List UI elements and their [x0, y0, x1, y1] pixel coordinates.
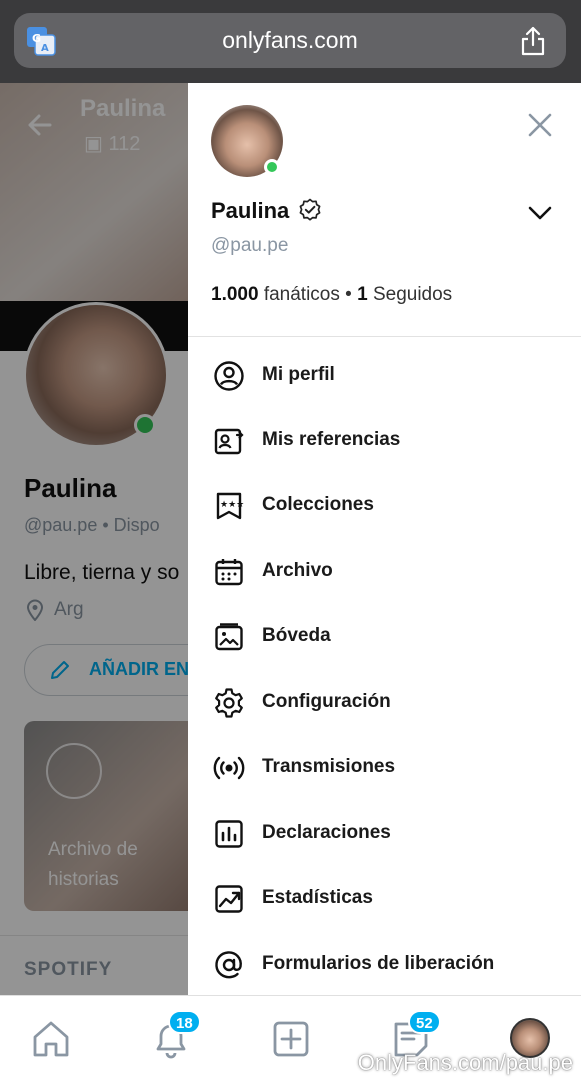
gear-icon [215, 688, 243, 718]
drawer-divider [188, 336, 581, 337]
drawer-backdrop[interactable] [0, 83, 188, 995]
menu-item-declaraciones[interactable]: Declaraciones [188, 805, 581, 861]
watermark: OnlyFans.com/pau.pe [357, 1050, 573, 1075]
close-icon[interactable] [527, 112, 553, 138]
menu-item-estadisticas[interactable]: Estadísticas [188, 870, 581, 926]
collections-icon: ★★★ [216, 492, 244, 520]
messages-badge: 52 [408, 1010, 441, 1034]
referrals-icon [214, 428, 244, 455]
calendar-icon [215, 559, 243, 586]
menu-item-mis-referencias[interactable]: Mis referencias [188, 412, 581, 468]
home-icon[interactable] [30, 1018, 72, 1060]
drawer-stats: 1.000 fanáticos • 1 Seguidos [211, 284, 453, 305]
side-drawer: Paulina @pau.pe 1.000 fanáticos • 1 Segu… [188, 83, 581, 995]
fans-count[interactable]: 1.000 [211, 284, 259, 305]
vault-icon [215, 623, 243, 651]
drawer-handle: @pau.pe [211, 235, 289, 256]
menu-label: Mi perfil [262, 364, 335, 385]
menu-label: Colecciones [262, 494, 374, 515]
menu-label: Declaraciones [262, 822, 391, 843]
statistics-icon [215, 885, 243, 913]
menu-label: Configuración [262, 691, 391, 712]
menu-item-transmisiones[interactable]: Transmisiones [188, 739, 581, 795]
menu-label: Archivo [262, 560, 333, 581]
menu-label: Transmisiones [262, 756, 396, 777]
broadcast-icon [213, 756, 245, 780]
fans-label[interactable]: fanáticos [264, 284, 340, 305]
profile-icon [214, 361, 244, 391]
chevron-down-icon[interactable] [527, 204, 553, 222]
verified-badge-icon [299, 198, 321, 221]
menu-label: Bóveda [262, 625, 331, 646]
menu-item-colecciones[interactable]: ★★★ Colecciones [188, 477, 581, 533]
following-label[interactable]: Seguidos [373, 284, 452, 305]
notifications-badge: 18 [168, 1010, 201, 1034]
share-icon[interactable] [518, 25, 548, 57]
menu-item-formularios[interactable]: Formularios de liberación [188, 936, 581, 992]
menu-item-boveda[interactable]: Bóveda [188, 608, 581, 664]
add-post-icon[interactable] [270, 1018, 312, 1060]
url-text[interactable]: onlyfans.com [14, 27, 566, 54]
online-indicator [264, 159, 280, 175]
menu-item-archivo[interactable]: Archivo [188, 543, 581, 599]
menu-item-configuracion[interactable]: Configuración [188, 674, 581, 730]
svg-text:★★★: ★★★ [220, 500, 244, 510]
statements-icon [215, 820, 243, 848]
drawer-name: Paulina [211, 198, 290, 223]
menu-label: Formularios de liberación [262, 953, 495, 974]
menu-label: Mis referencias [262, 429, 401, 450]
menu-label: Estadísticas [262, 887, 373, 908]
at-icon [215, 951, 242, 979]
address-bar[interactable]: G A onlyfans.com [14, 13, 566, 68]
menu-item-mi-perfil[interactable]: Mi perfil [188, 347, 581, 403]
browser-bar: G A onlyfans.com [0, 0, 581, 83]
following-count[interactable]: 1 [357, 284, 368, 305]
